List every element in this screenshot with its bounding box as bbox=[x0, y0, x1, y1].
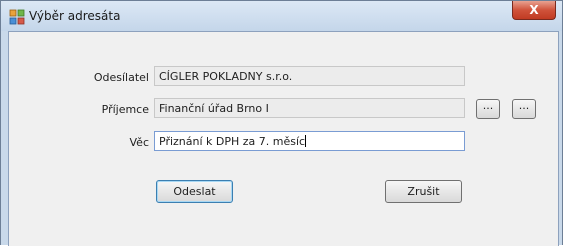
cancel-button[interactable]: Zrušit bbox=[385, 180, 462, 203]
subject-value: Přiznání k DPH za 7. měsíc bbox=[159, 135, 306, 148]
send-button[interactable]: Odeslat bbox=[156, 180, 233, 203]
sender-value: CÍGLER POKLADNY s.r.o. bbox=[159, 70, 293, 83]
subject-label: Věc bbox=[129, 136, 150, 149]
text-cursor bbox=[305, 135, 307, 147]
sender-field[interactable]: CÍGLER POKLADNY s.r.o. bbox=[154, 66, 465, 86]
close-icon: X bbox=[529, 3, 539, 17]
sender-label: Odesílatel bbox=[93, 71, 149, 84]
dialog-body: Odesílatel CÍGLER POKLADNY s.r.o. Příjem… bbox=[8, 31, 559, 246]
recipient-field[interactable]: Finanční úřad Brno I bbox=[154, 98, 465, 118]
browse-recipient-button[interactable]: ... bbox=[476, 99, 500, 119]
browse-recipient-button-2[interactable]: ... bbox=[512, 99, 536, 119]
title-bar[interactable]: Výběr adresáta X bbox=[1, 1, 562, 31]
recipient-label: Příjemce bbox=[101, 103, 149, 116]
recipient-value: Finanční úřad Brno I bbox=[159, 102, 269, 115]
app-icon bbox=[9, 9, 25, 25]
window-title: Výběr adresáta bbox=[29, 9, 121, 23]
subject-input[interactable]: Přiznání k DPH za 7. měsíc bbox=[154, 131, 465, 151]
close-button[interactable]: X bbox=[512, 1, 556, 20]
dialog-window: Výběr adresáta X Odesílatel CÍGLER POKLA… bbox=[0, 0, 563, 246]
